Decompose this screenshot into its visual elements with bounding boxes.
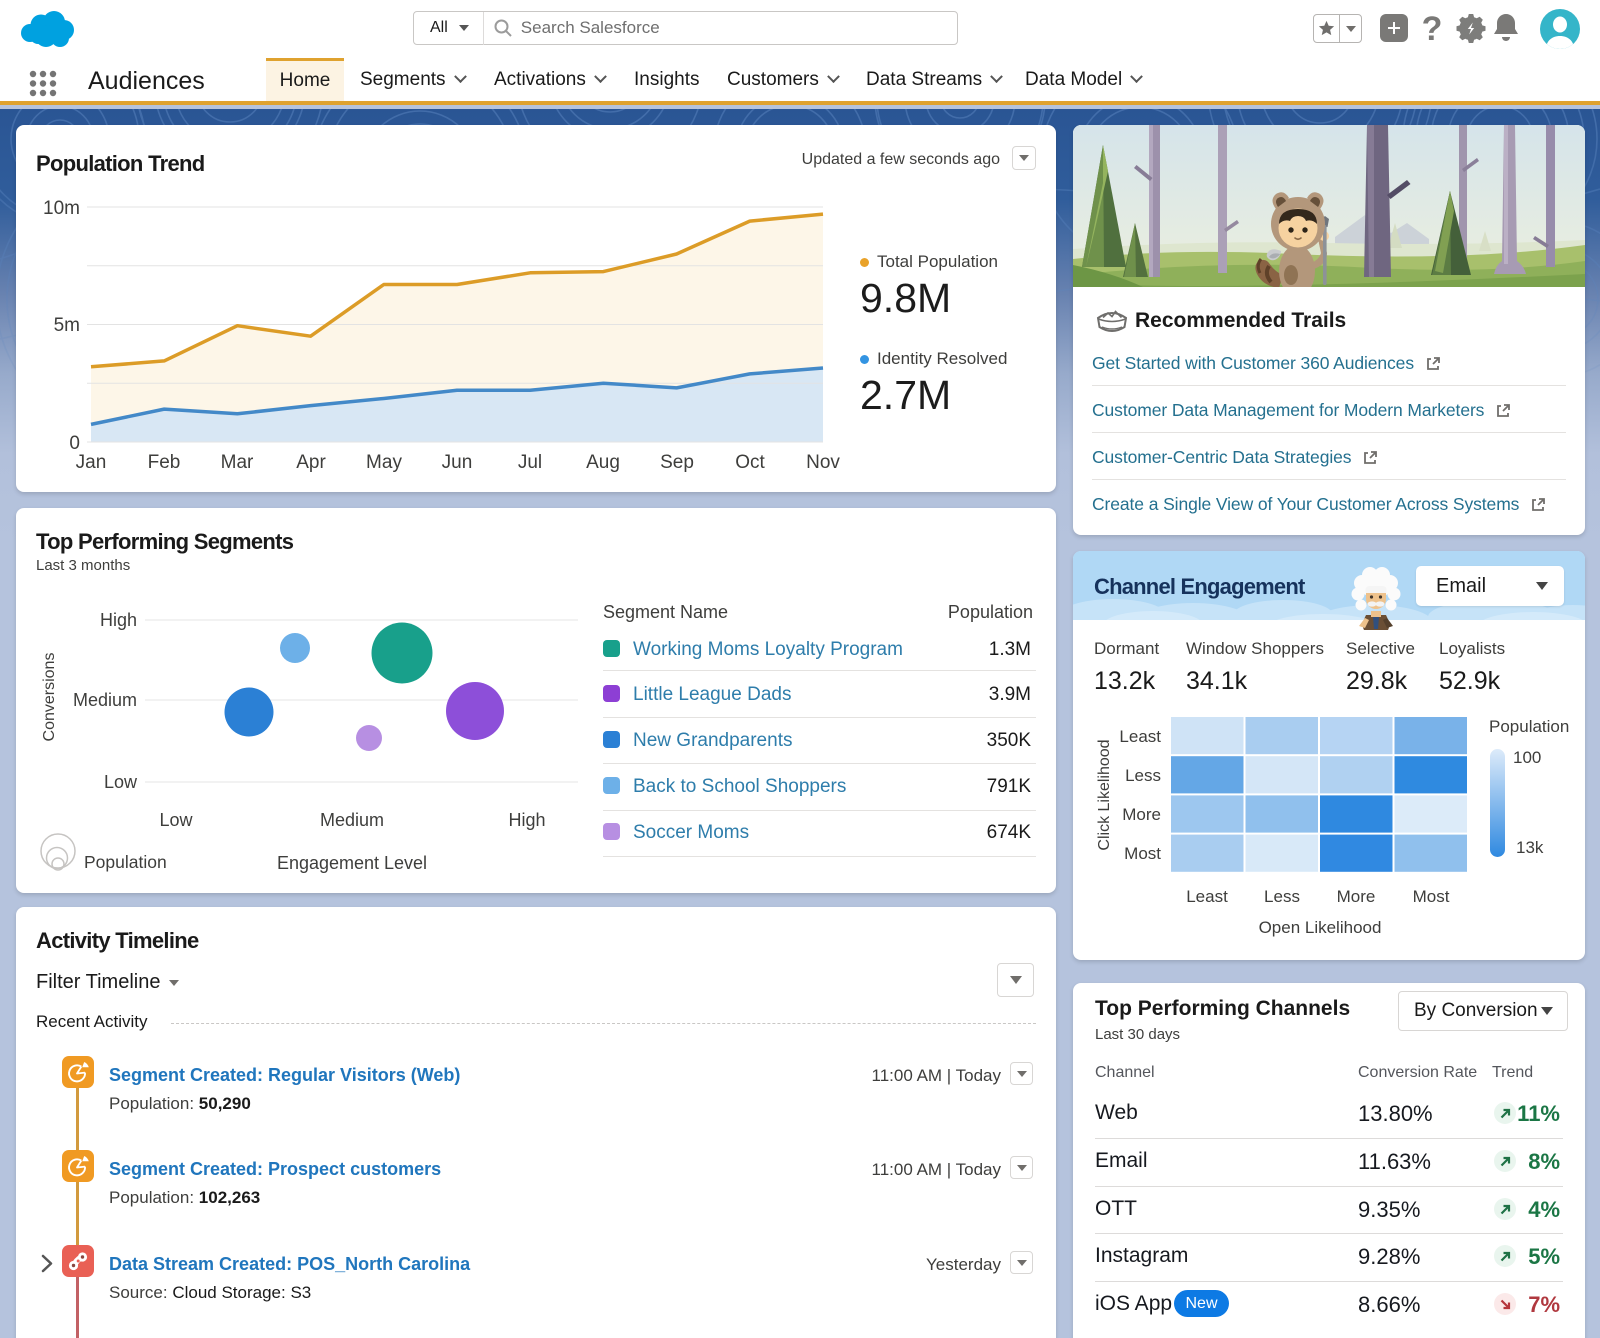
svg-text:Open Likelihood: Open Likelihood <box>1259 918 1382 937</box>
svg-text:Nov: Nov <box>806 452 840 473</box>
svg-text:Most: Most <box>1124 844 1161 863</box>
svg-text:Click Likelihood: Click Likelihood <box>1096 739 1113 850</box>
svg-text:Jan: Jan <box>76 452 107 473</box>
svg-text:Least: Least <box>1186 887 1228 906</box>
svg-text:Low: Low <box>159 810 193 830</box>
svg-text:10m: 10m <box>43 198 80 219</box>
svg-text:Engagement Level: Engagement Level <box>277 853 427 873</box>
svg-text:Least: Least <box>1119 727 1161 746</box>
svg-text:Sep: Sep <box>660 452 694 473</box>
svg-text:Aug: Aug <box>586 452 620 473</box>
svg-text:More: More <box>1122 805 1161 824</box>
svg-text:0: 0 <box>69 433 80 454</box>
svg-text:High: High <box>100 610 137 630</box>
svg-text:Conversions: Conversions <box>41 653 58 742</box>
svg-text:Jul: Jul <box>518 452 542 473</box>
svg-text:Feb: Feb <box>148 452 181 473</box>
svg-text:5m: 5m <box>54 315 80 336</box>
svg-text:Less: Less <box>1264 887 1300 906</box>
svg-text:Apr: Apr <box>296 452 326 473</box>
svg-text:May: May <box>366 452 402 473</box>
svg-text:High: High <box>508 810 545 830</box>
svg-text:Population: Population <box>84 852 167 872</box>
svg-text:Mar: Mar <box>221 452 254 473</box>
svg-text:Less: Less <box>1125 766 1161 785</box>
svg-text:Most: Most <box>1413 887 1450 906</box>
svg-text:Medium: Medium <box>73 690 137 710</box>
svg-text:Population: Population <box>1489 717 1569 736</box>
svg-text:100: 100 <box>1513 748 1541 767</box>
svg-text:Low: Low <box>104 772 138 792</box>
svg-text:Medium: Medium <box>320 810 384 830</box>
svg-text:More: More <box>1337 887 1376 906</box>
svg-text:13k: 13k <box>1516 838 1544 857</box>
svg-text:Jun: Jun <box>442 452 473 473</box>
svg-text:Oct: Oct <box>735 452 765 473</box>
